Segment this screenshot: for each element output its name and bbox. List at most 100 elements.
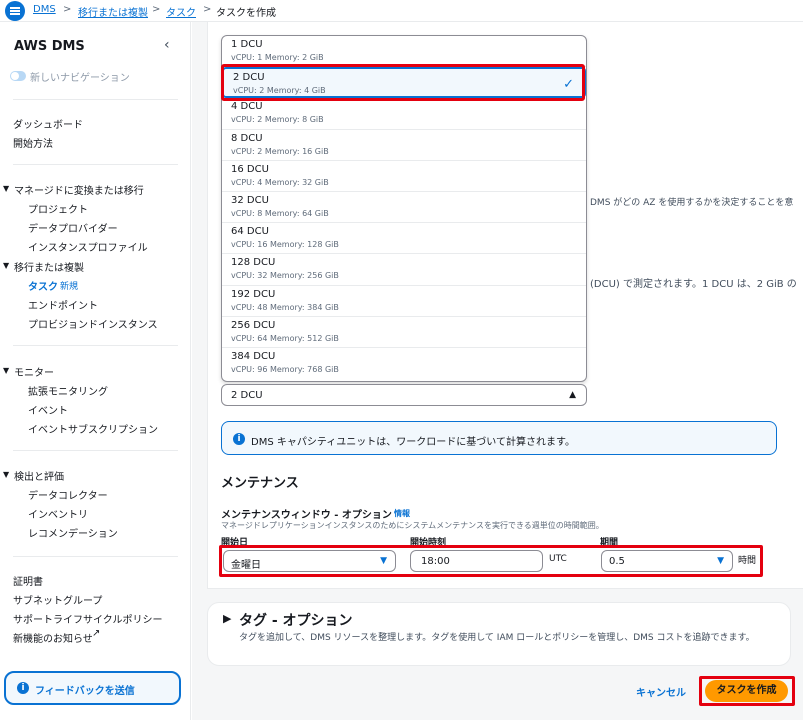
tags-panel: ▶ タグ - オプション タグを追加して、DMS リソースを整理します。タグを使… bbox=[207, 602, 791, 666]
sidebar-title: AWS DMS bbox=[14, 39, 85, 54]
sidebar-item-data-providers[interactable]: データプロバイダー bbox=[28, 220, 118, 235]
hours-label: 時間 bbox=[738, 556, 757, 566]
caret-down-icon[interactable]: ▼ bbox=[3, 184, 9, 193]
maintenance-description: マネージドレプリケーションインスタンスのためにシステムメンテナンスを実行できる週… bbox=[221, 521, 604, 530]
sidebar-item-subnet-groups[interactable]: サブネットグループ bbox=[13, 592, 102, 607]
dcu-option-label: 8 DCU bbox=[231, 132, 263, 144]
caret-down-icon[interactable]: ▼ bbox=[3, 470, 9, 479]
period-select[interactable]: 0.5 ▼ bbox=[601, 550, 733, 572]
sidebar-divider bbox=[13, 164, 178, 165]
dcu-select[interactable]: 2 DCU ▲ bbox=[221, 384, 587, 406]
sidebar-group-managed[interactable]: マネージドに変換または移行 bbox=[14, 182, 144, 197]
sidebar-item-support-policy[interactable]: サポートライフサイクルポリシー bbox=[13, 611, 163, 626]
dcu-option[interactable]: 1 DCU vCPU: 1 Memory: 2 GiB bbox=[222, 36, 586, 68]
selection-highlight bbox=[221, 64, 585, 101]
dcu-option-detail: vCPU: 2 Memory: 8 GiB bbox=[231, 115, 324, 125]
sidebar-divider bbox=[13, 345, 178, 346]
info-icon: i bbox=[17, 682, 29, 694]
dcu-description-text: (DCU) で測定されます。1 DCU は、2 GiB の bbox=[590, 279, 797, 290]
sidebar-item-recommendations[interactable]: レコメンデーション bbox=[28, 525, 118, 540]
maintenance-window-label: メンテナンスウィンドウ - オプション bbox=[221, 510, 392, 521]
breadcrumb-migrate[interactable]: 移行または複製 bbox=[78, 4, 148, 19]
breadcrumb-bar: DMS > 移行または複製 > タスク > タスクを作成 bbox=[0, 0, 803, 22]
dcu-option[interactable]: 64 DCU vCPU: 16 Memory: 128 GiB bbox=[222, 223, 586, 255]
sidebar-item-projects[interactable]: プロジェクト bbox=[28, 201, 88, 216]
caret-down-icon: ▼ bbox=[717, 556, 724, 566]
sidebar-item-provisioned-instances[interactable]: プロビジョンドインスタンス bbox=[28, 316, 158, 331]
az-description-text: DMS がどの AZ を使用するかを決定することを意 bbox=[590, 198, 794, 208]
dcu-option-detail: vCPU: 48 Memory: 384 GiB bbox=[231, 302, 339, 312]
breadcrumb-tasks[interactable]: タスク bbox=[166, 4, 196, 19]
caret-down-icon[interactable]: ▼ bbox=[3, 261, 9, 270]
sidebar-item-inventory[interactable]: インベントリ bbox=[28, 506, 88, 521]
new-navigation-toggle[interactable] bbox=[10, 71, 26, 81]
breadcrumb-dms[interactable]: DMS bbox=[33, 4, 56, 15]
sidebar-divider bbox=[13, 99, 178, 100]
sidebar-item-certificates[interactable]: 証明書 bbox=[13, 573, 43, 588]
caret-up-icon: ▲ bbox=[569, 390, 576, 400]
sidebar-group-migrate[interactable]: 移行または複製 bbox=[14, 259, 84, 274]
dcu-option-detail: vCPU: 64 Memory: 512 GiB bbox=[231, 333, 339, 343]
sidebar-item-data-collectors[interactable]: データコレクター bbox=[28, 487, 108, 502]
dcu-option-label: 384 DCU bbox=[231, 351, 276, 362]
new-badge: 新規 bbox=[60, 282, 79, 292]
dcu-option-label: 192 DCU bbox=[231, 288, 276, 300]
dcu-option-detail: vCPU: 8 Memory: 64 GiB bbox=[231, 209, 329, 218]
dcu-select-value: 2 DCU bbox=[231, 390, 263, 401]
caret-down-icon[interactable]: ▼ bbox=[3, 366, 9, 375]
dcu-option[interactable]: 8 DCU vCPU: 2 Memory: 16 GiB bbox=[222, 130, 586, 161]
sidebar-item-whats-new[interactable]: 新機能のお知らせ bbox=[13, 630, 93, 645]
sidebar-divider bbox=[13, 556, 178, 557]
sidebar-item-events[interactable]: イベント bbox=[28, 402, 68, 417]
dcu-option[interactable]: 128 DCU vCPU: 32 Memory: 256 GiB bbox=[222, 254, 586, 286]
dcu-option[interactable]: 16 DCU vCPU: 4 Memory: 32 GiB bbox=[222, 161, 586, 192]
tags-heading[interactable]: タグ - オプション bbox=[239, 610, 353, 630]
sidebar-item-getting-started[interactable]: 開始方法 bbox=[13, 135, 53, 150]
info-icon: i bbox=[233, 433, 245, 445]
sidebar-group-monitor[interactable]: モニター bbox=[14, 364, 54, 379]
info-link[interactable]: 情報 bbox=[394, 508, 410, 519]
sidebar-item-tasks[interactable]: タスク bbox=[28, 278, 58, 293]
external-link-icon: ↗ bbox=[92, 628, 101, 639]
caret-down-icon: ▼ bbox=[380, 556, 387, 566]
start-time-value: 18:00 bbox=[421, 556, 450, 567]
breadcrumb-separator: > bbox=[203, 4, 212, 15]
dcu-option[interactable]: 256 DCU vCPU: 64 Memory: 512 GiB bbox=[222, 317, 586, 348]
dcu-option-detail: vCPU: 4 Memory: 32 GiB bbox=[231, 177, 329, 187]
start-day-select[interactable]: 金曜日 ▼ bbox=[223, 550, 396, 572]
start-time-input[interactable]: 18:00 bbox=[410, 550, 543, 572]
dcu-option-label: 1 DCU bbox=[231, 39, 263, 50]
caret-right-icon[interactable]: ▶ bbox=[223, 612, 231, 625]
dcu-option-detail: vCPU: 16 Memory: 128 GiB bbox=[231, 240, 339, 250]
sidebar-divider bbox=[13, 450, 178, 451]
menu-icon[interactable] bbox=[5, 1, 25, 21]
dcu-option-detail: vCPU: 1 Memory: 2 GiB bbox=[231, 53, 324, 62]
dcu-option[interactable]: 384 DCU vCPU: 96 Memory: 768 GiB bbox=[222, 348, 586, 379]
tags-description: タグを追加して、DMS リソースを整理します。タグを使用して IAM ロールとポ… bbox=[239, 633, 755, 643]
breadcrumb-current: タスクを作成 bbox=[216, 8, 276, 19]
start-day-value: 金曜日 bbox=[231, 560, 261, 571]
dcu-option-detail: vCPU: 96 Memory: 768 GiB bbox=[231, 365, 339, 374]
sidebar-item-endpoints[interactable]: エンドポイント bbox=[28, 297, 98, 312]
maintenance-heading: メンテナンス bbox=[221, 476, 299, 491]
feedback-button[interactable]: i フィードバックを送信 bbox=[4, 671, 181, 705]
create-task-button[interactable]: タスクを作成 bbox=[705, 680, 788, 702]
dcu-option-label: 256 DCU bbox=[231, 319, 276, 331]
dcu-option[interactable]: 192 DCU vCPU: 48 Memory: 384 GiB bbox=[222, 286, 586, 317]
sidebar-item-dashboard[interactable]: ダッシュボード bbox=[13, 116, 83, 131]
sidebar-item-instance-profiles[interactable]: インスタンスプロファイル bbox=[28, 239, 148, 254]
info-alert-text: DMS キャパシティユニットは、ワークロードに基づいて計算されます。 bbox=[251, 437, 575, 448]
dcu-option-label: 32 DCU bbox=[231, 195, 269, 206]
breadcrumb-separator: > bbox=[63, 4, 72, 15]
sidebar-item-event-subscriptions[interactable]: イベントサブスクリプション bbox=[28, 421, 158, 436]
new-navigation-label: 新しいナビゲーション bbox=[30, 73, 130, 84]
dcu-option[interactable]: 32 DCU vCPU: 8 Memory: 64 GiB bbox=[222, 192, 586, 224]
cancel-button[interactable]: キャンセル bbox=[636, 684, 686, 699]
dcu-option-detail: vCPU: 2 Memory: 16 GiB bbox=[231, 146, 329, 156]
chevron-left-icon[interactable]: ‹ bbox=[164, 37, 170, 53]
utc-label: UTC bbox=[549, 554, 567, 564]
sidebar-item-enhanced-monitoring[interactable]: 拡張モニタリング bbox=[28, 383, 108, 398]
sidebar-group-discover[interactable]: 検出と評価 bbox=[14, 468, 64, 483]
dcu-option[interactable]: 4 DCU vCPU: 2 Memory: 8 GiB bbox=[222, 98, 586, 130]
breadcrumb-separator: > bbox=[152, 4, 161, 15]
